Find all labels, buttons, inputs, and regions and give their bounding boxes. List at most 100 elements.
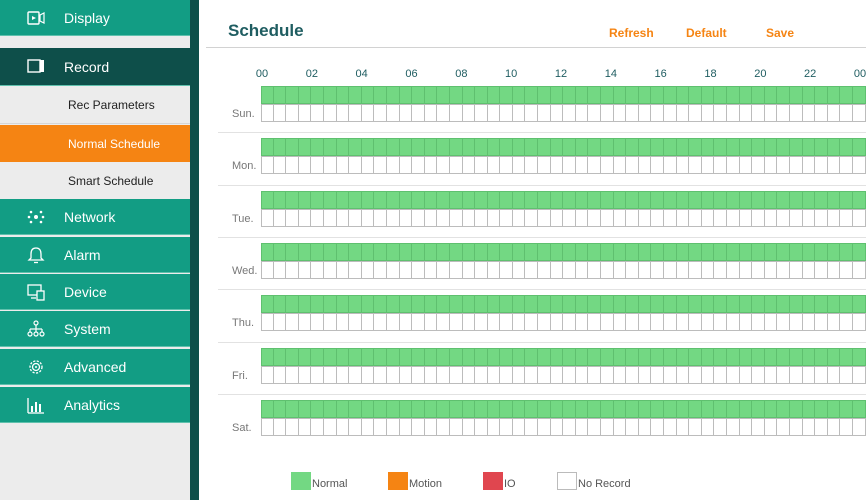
schedule-cell[interactable] — [575, 260, 589, 279]
schedule-cell[interactable] — [512, 242, 526, 261]
schedule-cell[interactable] — [487, 417, 501, 436]
schedule-cell[interactable] — [575, 190, 589, 209]
schedule-cell[interactable] — [424, 347, 438, 366]
schedule-cell[interactable] — [424, 86, 438, 104]
schedule-cell[interactable] — [462, 313, 476, 332]
schedule-cell[interactable] — [827, 295, 841, 314]
schedule-cell[interactable] — [664, 399, 677, 418]
schedule-cell[interactable] — [449, 399, 463, 418]
schedule-cell[interactable] — [525, 417, 539, 436]
schedule-cell[interactable] — [512, 190, 526, 209]
schedule-cell[interactable] — [500, 104, 513, 122]
schedule-cell[interactable] — [349, 190, 362, 209]
schedule-cell[interactable] — [676, 208, 690, 227]
schedule-cell[interactable] — [525, 365, 539, 384]
schedule-cell[interactable] — [815, 313, 828, 332]
schedule-cell[interactable] — [789, 190, 803, 209]
schedule-cell[interactable] — [424, 156, 438, 175]
schedule-cell[interactable] — [475, 260, 488, 279]
schedule-cell[interactable] — [261, 208, 274, 227]
schedule-cell[interactable] — [323, 347, 337, 366]
schedule-cell[interactable] — [752, 86, 765, 104]
schedule-cell[interactable] — [852, 417, 866, 436]
schedule-cell[interactable] — [525, 399, 539, 418]
schedule-cell[interactable] — [802, 313, 816, 332]
schedule-cell[interactable] — [399, 156, 413, 175]
schedule-cell[interactable] — [601, 399, 614, 418]
schedule-cell[interactable] — [752, 399, 765, 418]
schedule-cell[interactable] — [412, 295, 425, 314]
schedule-cell[interactable] — [386, 313, 400, 332]
schedule-cell[interactable] — [802, 156, 816, 175]
schedule-cell[interactable] — [538, 260, 551, 279]
schedule-cell[interactable] — [550, 190, 564, 209]
schedule-cell[interactable] — [374, 365, 387, 384]
schedule-cell[interactable] — [374, 208, 387, 227]
sidebar-item-alarm[interactable]: Alarm — [0, 237, 190, 273]
schedule-cell[interactable] — [815, 156, 828, 175]
schedule-cell[interactable] — [664, 295, 677, 314]
schedule-cell[interactable] — [789, 104, 803, 122]
schedule-cell[interactable] — [601, 104, 614, 122]
schedule-cell[interactable] — [500, 208, 513, 227]
schedule-cell[interactable] — [777, 138, 790, 157]
schedule-cell[interactable] — [424, 242, 438, 261]
schedule-cell[interactable] — [575, 347, 589, 366]
schedule-cell[interactable] — [651, 86, 664, 104]
schedule-cell[interactable] — [815, 86, 828, 104]
schedule-cell[interactable] — [286, 242, 299, 261]
schedule-cell[interactable] — [550, 417, 564, 436]
schedule-cell[interactable] — [399, 104, 413, 122]
schedule-cell[interactable] — [638, 138, 652, 157]
schedule-cell[interactable] — [626, 347, 639, 366]
schedule-cell[interactable] — [399, 190, 413, 209]
schedule-cell[interactable] — [374, 399, 387, 418]
schedule-cell[interactable] — [638, 417, 652, 436]
schedule-cell[interactable] — [336, 156, 350, 175]
schedule-cell[interactable] — [815, 190, 828, 209]
schedule-cell[interactable] — [626, 138, 639, 157]
schedule-cell[interactable] — [701, 86, 715, 104]
schedule-cell[interactable] — [601, 190, 614, 209]
schedule-cell[interactable] — [764, 104, 778, 122]
schedule-cell[interactable] — [852, 365, 866, 384]
schedule-cell[interactable] — [500, 399, 513, 418]
schedule-cell[interactable] — [626, 399, 639, 418]
schedule-cell[interactable] — [462, 295, 476, 314]
schedule-cell[interactable] — [412, 399, 425, 418]
schedule-cell[interactable] — [286, 399, 299, 418]
schedule-cell[interactable] — [563, 347, 576, 366]
schedule-cell[interactable] — [462, 347, 476, 366]
schedule-cell[interactable] — [336, 208, 350, 227]
schedule-cell[interactable] — [336, 138, 350, 157]
schedule-cell[interactable] — [651, 399, 664, 418]
schedule-cell[interactable] — [298, 138, 312, 157]
schedule-cell[interactable] — [475, 156, 488, 175]
schedule-cell[interactable] — [550, 295, 564, 314]
schedule-cell[interactable] — [626, 86, 639, 104]
schedule-cell[interactable] — [273, 86, 287, 104]
schedule-cell[interactable] — [638, 208, 652, 227]
schedule-cell[interactable] — [550, 156, 564, 175]
schedule-cell[interactable] — [575, 208, 589, 227]
schedule-cell[interactable] — [386, 295, 400, 314]
schedule-cell[interactable] — [777, 86, 790, 104]
schedule-cell[interactable] — [424, 417, 438, 436]
schedule-cell[interactable] — [789, 417, 803, 436]
schedule-cell[interactable] — [437, 242, 450, 261]
schedule-cell[interactable] — [701, 156, 715, 175]
schedule-cell[interactable] — [563, 295, 576, 314]
schedule-cell[interactable] — [664, 260, 677, 279]
schedule-cell[interactable] — [764, 156, 778, 175]
schedule-cell[interactable] — [500, 260, 513, 279]
schedule-cell[interactable] — [349, 417, 362, 436]
schedule-cell[interactable] — [852, 156, 866, 175]
schedule-cell[interactable] — [349, 365, 362, 384]
schedule-cell[interactable] — [311, 86, 324, 104]
schedule-cell[interactable] — [739, 208, 753, 227]
schedule-cell[interactable] — [374, 313, 387, 332]
schedule-cell[interactable] — [550, 104, 564, 122]
schedule-cell[interactable] — [487, 242, 501, 261]
schedule-cell[interactable] — [336, 365, 350, 384]
schedule-cell[interactable] — [626, 417, 639, 436]
